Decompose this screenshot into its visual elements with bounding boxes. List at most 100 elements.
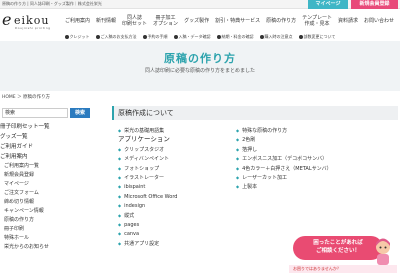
bullet-icon: ◆: [118, 184, 122, 190]
sidebar-subitem[interactable]: 締め切り情報: [0, 198, 92, 207]
guide-link-label: 上製本: [242, 184, 258, 191]
page-hero: 原稿の作り方 同人誌印刷に必要な原稿の作り方をまとめました: [0, 41, 400, 91]
subnav-item[interactable]: 納期・料金の確認: [216, 33, 254, 41]
search-input[interactable]: 検索: [2, 108, 68, 118]
guide-link-label: 4色カラー＋白押さえ（METALサンバ）: [242, 165, 332, 172]
guide-link[interactable]: ◆ canva: [118, 229, 256, 238]
guide-link-label: フォトショップ: [124, 165, 160, 172]
nav-item-print-sets[interactable]: 同人誌 印刷セット: [119, 9, 150, 33]
bullet-icon: ◆: [236, 128, 240, 133]
sidebar-subitem[interactable]: 冊子印刷: [0, 225, 92, 234]
bullet-icon: ◆: [118, 203, 122, 209]
bullet-icon: ◆: [118, 221, 122, 227]
guide-link[interactable]: ◆ 箔押し: [236, 145, 374, 154]
subnav-item[interactable]: クレジット: [64, 33, 90, 41]
nav-item-contact[interactable]: お問い合わせ: [361, 9, 397, 33]
bullet-icon: ◆: [118, 165, 122, 171]
bullet-icon: ◆: [236, 174, 240, 180]
nav-item-options[interactable]: 冊子加工 オプション: [150, 9, 181, 33]
sidebar-subitem[interactable]: ご利用案内一覧: [0, 162, 92, 171]
bullet-icon: ◆: [118, 231, 122, 237]
page-subtitle: 同人誌印刷に必要な原稿の作り方をまとめました: [144, 68, 255, 74]
guide-link[interactable]: ◆ indesign: [118, 201, 256, 210]
guide-link-label: Microsoft Office Word: [124, 193, 178, 200]
site-header: e eikou Doujinshi printing ご利用案内 新刊情報 同人…: [0, 9, 400, 33]
site-tagline: 原稿の作り方 | 同人誌印刷・グッズ製作｜株式会社栄光: [2, 1, 102, 6]
guide-link-label: pages: [124, 221, 140, 228]
subnav-item[interactable]: 予約の手順: [142, 33, 168, 41]
bullet-icon: ◆: [118, 146, 122, 152]
sidebar-subitem[interactable]: マイページ: [0, 180, 92, 189]
sidebar-subitem[interactable]: ご注文フォーム: [0, 189, 92, 198]
subnav-item[interactable]: 入稿・データ確認: [173, 33, 211, 41]
guide-link[interactable]: ◆ エンボスニス加工（デコボコサンバ）: [236, 154, 374, 163]
info-icon: [142, 34, 147, 39]
link-column-right: ◆ 特殊な原稿の作り方 ◆ 2色刷 ◆ 箔押し ◆ エンボスニス加工（デコボコサンバ） ◆ 4色カ…: [236, 126, 374, 192]
info-icon: [64, 34, 69, 39]
info-icon: [216, 34, 221, 39]
guide-link[interactable]: ◆ 2色刷: [236, 135, 374, 144]
guide-link[interactable]: ◆ Microsoft Office Word: [118, 192, 256, 201]
search-button[interactable]: 検索: [70, 108, 90, 118]
info-icon: [259, 34, 264, 39]
guide-link[interactable]: ◆ 特殊な原稿の作り方: [236, 126, 374, 135]
guide-link-label: canva: [124, 231, 140, 238]
top-strip: 原稿の作り方 | 同人誌印刷・グッズ製作｜株式会社栄光 マイページ 新規会員登録: [0, 0, 400, 9]
sidebar-item[interactable]: ご利用ガイド: [0, 142, 92, 152]
subnav-item[interactable]: 部数変更について: [298, 33, 335, 41]
nav-item-templates[interactable]: テンプレート 作成・見本: [299, 9, 335, 33]
info-icon: [298, 34, 303, 39]
sidebar-item[interactable]: グッズ一覧: [0, 132, 92, 142]
breadcrumb[interactable]: HOME ＞ 原稿の作り方: [2, 94, 50, 100]
guide-link[interactable]: ◆ 縦式: [118, 211, 256, 220]
page-title: 原稿の作り方: [164, 52, 236, 65]
sidebar-item[interactable]: ご利用案内: [0, 152, 92, 162]
sidebar-list: 冊子印刷セット一覧 グッズ一覧 ご利用ガイド ご利用案内 ご利用案内一覧 新規会員登録 マイ…: [0, 122, 92, 252]
main-nav: ご利用案内 新刊情報 同人誌 印刷セット 冊子加工 オプション グッズ製作 割引…: [62, 9, 397, 33]
sidebar-subitem[interactable]: 栄光からのお知らせ: [0, 243, 92, 252]
site-logo[interactable]: e eikou Doujinshi printing: [2, 12, 58, 31]
guide-link[interactable]: ◆ レーザーカット加工: [236, 173, 374, 182]
nav-item-manuscript[interactable]: 原稿の作り方: [263, 9, 299, 33]
mypage-button[interactable]: マイページ: [308, 0, 348, 9]
guide-link[interactable]: ◆ pages: [118, 220, 256, 229]
nav-item-new-releases[interactable]: 新刊情報: [93, 9, 119, 33]
guide-link-label: 栄光の基礎用語集: [124, 128, 165, 134]
guide-link-label: 2色刷: [242, 137, 256, 144]
guide-link[interactable]: ◆ 共通アプリ設定: [118, 239, 256, 248]
guide-link-label: 箔押し: [242, 146, 258, 153]
help-widget[interactable]: 困ったことがあれば ご相談ください！ お困りではありませんか？: [289, 236, 397, 273]
register-button[interactable]: 新規会員登録: [351, 0, 398, 9]
nav-item-discounts[interactable]: 割引・特典サービス: [212, 9, 263, 33]
section-title: 原稿作成について: [112, 106, 398, 120]
help-strip[interactable]: お困りではありませんか？: [289, 265, 397, 273]
subnav-item[interactable]: ご入稿のお支払方法: [95, 33, 137, 41]
guide-link[interactable]: ◆ 4色カラー＋白押さえ（METALサンバ）: [236, 164, 374, 173]
bullet-icon: ◆: [118, 212, 122, 218]
sidebar-subitem[interactable]: 原稿の作り方: [0, 216, 92, 225]
nav-item-goods[interactable]: グッズ製作: [181, 9, 212, 33]
guide-link-label: indesign: [124, 203, 146, 210]
bullet-icon: ◆: [118, 193, 122, 199]
bullet-icon: ◆: [236, 184, 240, 190]
guide-link-label: ibispaint: [124, 184, 146, 191]
guide-link-label: 共通アプリ設定: [124, 240, 160, 247]
bullet-icon: ◆: [118, 240, 122, 246]
sidebar: 検索 検索 冊子印刷セット一覧 グッズ一覧 ご利用ガイド ご利用案内 ご利用案内一覧 新規…: [0, 106, 92, 273]
nav-item-guide[interactable]: ご利用案内: [62, 9, 93, 33]
sidebar-subitem[interactable]: 特殊ホール: [0, 234, 92, 243]
guide-link-label: エンボスニス加工（デコボコサンバ）: [242, 156, 328, 163]
sidebar-item[interactable]: 冊子印刷セット一覧: [0, 122, 92, 132]
bullet-icon: ◆: [236, 165, 240, 171]
bullet-icon: ◆: [236, 146, 240, 152]
guide-link-label: 特殊な原稿の作り方: [242, 128, 288, 134]
nav-item-materials[interactable]: 資料請求: [335, 9, 361, 33]
guide-link-label: レーザーカット加工: [242, 174, 287, 181]
subnav-item[interactable]: 購入時の注意点: [259, 33, 293, 41]
sidebar-subitem[interactable]: 新規会員登録: [0, 171, 92, 180]
guide-link[interactable]: ◆ 上製本: [236, 182, 374, 191]
sidebar-subitem[interactable]: キャンペーン情報: [0, 207, 92, 216]
info-icon: [95, 34, 100, 39]
sub-nav: クレジット ご入稿のお支払方法 予約の手順 入稿・データ確認 納期・料金の確認 …: [0, 33, 400, 41]
help-bubble[interactable]: 困ったことがあれば ご相談ください！: [293, 236, 383, 260]
